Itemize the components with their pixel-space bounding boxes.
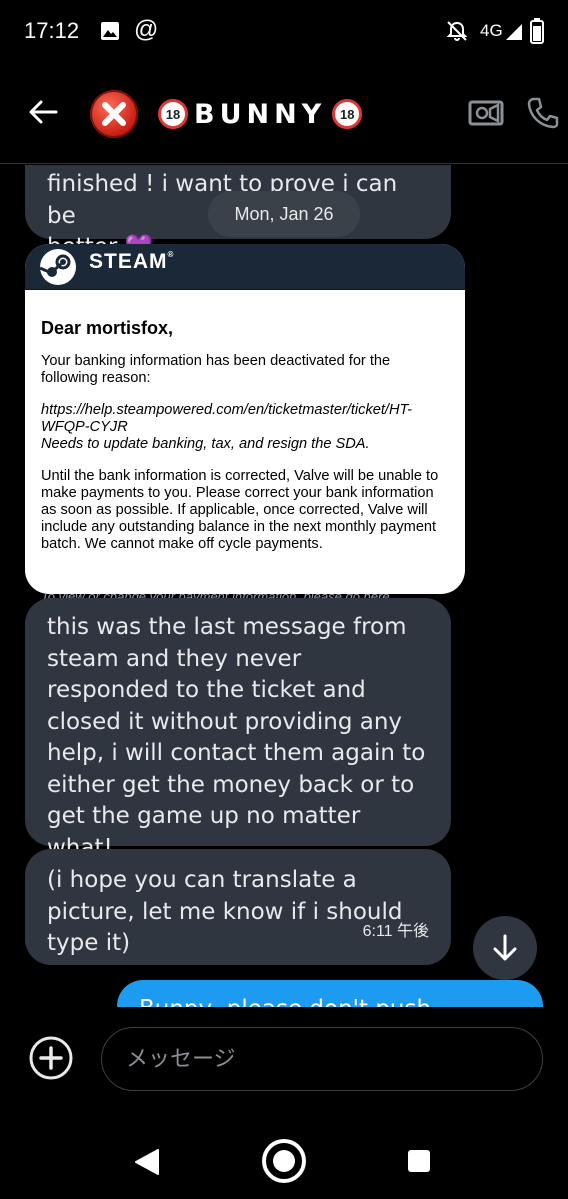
email-ticket-link: https://help.steampowered.com/en/ticketm… [41,402,412,435]
email-reason: Needs to update banking, tax, and resign… [41,436,370,452]
bell-off-icon [446,21,468,41]
battery-icon [530,18,544,44]
message-bubble-outgoing[interactable]: Bunny, please don't push yourself [117,980,543,1007]
message-text: Bunny, please don't push yourself [139,994,521,1007]
avatar[interactable] [90,90,138,138]
message-input[interactable] [101,1027,543,1091]
conversation-header: 18 BUNNY 18 [0,64,568,164]
message-bubble-incoming[interactable]: this was the last message from steam and… [25,598,451,861]
composer-bar [0,1007,568,1115]
steam-header: STEAM® [25,244,465,290]
network-label: 4G [480,21,503,40]
image-icon [101,22,119,40]
steam-logo-icon [39,249,76,285]
steam-wordmark: STEAM® [89,250,175,273]
phone-icon[interactable] [526,96,560,130]
adult-badge-icon: 18 [158,99,188,129]
contact-name: BUNNY [194,98,327,130]
red-x-icon [102,102,126,126]
add-media-icon[interactable] [28,1035,74,1081]
message-timestamp: 6:11 午後 [362,922,429,940]
email-intro: Your banking information has been deacti… [41,353,391,386]
at-icon: @ [134,16,159,43]
message-list[interactable]: finished ! i want to prove i can be bett… [0,165,568,1007]
steam-email-body: Dear mortisfox, Your banking information… [25,290,465,553]
message-text: this was the last message from steam and… [47,614,426,861]
signal-icon [506,24,522,40]
video-call-icon[interactable] [468,98,504,128]
message-bubble-incoming[interactable]: (i hope you can translate a picture, let… [25,849,451,965]
status-time: 17:12 [24,18,80,43]
steam-email-image[interactable]: STEAM® Dear mortisfox, Your banking info… [25,244,465,594]
arrow-down-icon [493,934,517,961]
email-paragraph: Until the bank information is corrected,… [41,468,439,552]
system-navigation-bar [0,1115,568,1199]
conversation-title[interactable]: 18 BUNNY 18 [158,96,363,132]
nav-home-icon[interactable] [262,1139,306,1183]
scroll-to-bottom-button[interactable] [473,916,537,980]
status-bar: 17:12 @ 4G [0,0,568,64]
nav-recents-icon[interactable] [408,1150,430,1172]
adult-badge-icon: 18 [332,99,363,129]
date-separator: Mon, Jan 26 [208,191,360,237]
email-greeting: Dear mortisfox, [41,318,174,338]
nav-back-icon[interactable] [134,1149,160,1175]
back-arrow-icon[interactable] [26,94,62,130]
